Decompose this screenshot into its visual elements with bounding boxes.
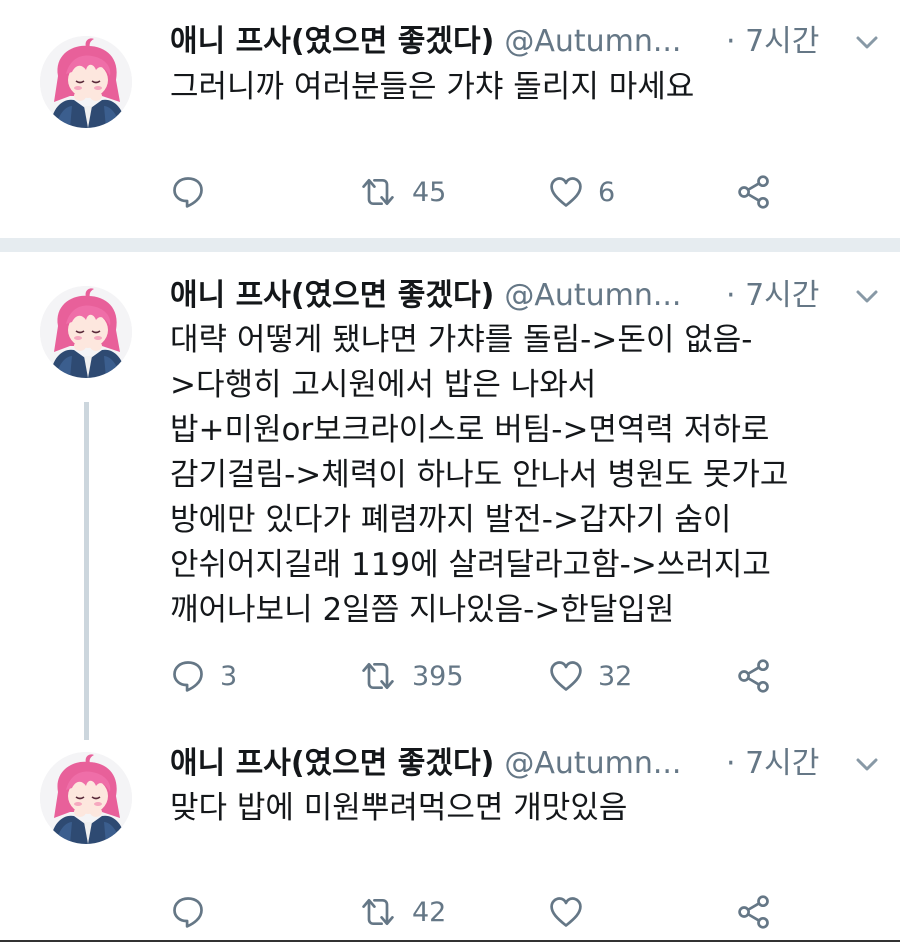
retweet-icon <box>358 658 398 694</box>
chevron-down-icon[interactable] <box>853 30 881 54</box>
share-button[interactable] <box>736 172 772 212</box>
tweet-text: 맞다 밥에 미원뿌려먹으면 개맛있음 <box>170 790 628 826</box>
like-button[interactable]: 32 <box>548 656 632 696</box>
tweet-header: 애니 프사(였으면 좋겠다) @Autumn... · 7시간 <box>170 744 880 784</box>
heart-icon <box>548 658 584 694</box>
timestamp[interactable]: · 7시간 <box>726 744 819 784</box>
tweet-1[interactable]: 애니 프사(였으면 좋겠다) @Autumn... · 7시간 그러니까 여러분들… <box>0 0 900 238</box>
reply-button[interactable] <box>170 892 220 932</box>
like-count: 6 <box>598 176 616 208</box>
retweet-button[interactable]: 42 <box>358 892 446 932</box>
like-button[interactable] <box>548 892 598 932</box>
retweet-count: 45 <box>412 176 447 208</box>
display-name[interactable]: 애니 프사(였으면 좋겠다) <box>170 24 494 59</box>
tweet-header: 애니 프사(였으면 좋겠다) @Autumn... · 7시간 <box>170 22 880 62</box>
avatar-image <box>40 36 132 128</box>
reply-button[interactable] <box>170 172 220 212</box>
timestamp[interactable]: · 7시간 <box>726 276 819 316</box>
heart-icon <box>548 174 584 210</box>
retweet-icon <box>358 174 398 210</box>
action-bar: 45 6 <box>170 172 790 212</box>
avatar-image <box>40 752 132 844</box>
reply-icon <box>170 174 206 210</box>
reply-button[interactable]: 3 <box>170 656 237 696</box>
retweet-icon <box>358 894 398 930</box>
like-count: 32 <box>598 660 633 692</box>
action-bar: 42 <box>170 892 790 932</box>
avatar-image <box>40 286 132 378</box>
tweet-3[interactable]: 애니 프사(였으면 좋겠다) @Autumn... · 7시간 맞다 밥에 미원뿌… <box>0 722 900 940</box>
tweet-text: 그러니까 여러분들은 가챠 돌리지 마세요 <box>170 69 695 105</box>
display-name[interactable]: 애니 프사(였으면 좋겠다) <box>170 278 494 313</box>
chevron-down-icon[interactable] <box>853 752 881 776</box>
display-name[interactable]: 애니 프사(였으면 좋겠다) <box>170 746 494 781</box>
tweet-2[interactable]: 애니 프사(였으면 좋겠다) @Autumn... · 7시간 대략 어떻게 됐냐… <box>0 252 900 722</box>
user-handle[interactable]: @Autumn... <box>504 24 681 59</box>
share-icon <box>736 894 772 930</box>
timestamp[interactable]: · 7시간 <box>726 22 819 62</box>
retweet-count: 42 <box>412 896 447 928</box>
tweet-header: 애니 프사(였으면 좋겠다) @Autumn... · 7시간 <box>170 276 880 316</box>
retweet-count: 395 <box>412 660 464 692</box>
avatar[interactable] <box>40 36 132 128</box>
avatar[interactable] <box>40 752 132 844</box>
reply-count: 3 <box>220 660 238 692</box>
share-button[interactable] <box>736 892 772 932</box>
user-handle[interactable]: @Autumn... <box>504 278 681 313</box>
like-button[interactable]: 6 <box>548 172 615 212</box>
retweet-button[interactable]: 45 <box>358 172 446 212</box>
share-icon <box>736 658 772 694</box>
retweet-button[interactable]: 395 <box>358 656 464 696</box>
bottom-border <box>0 940 900 942</box>
user-handle[interactable]: @Autumn... <box>504 746 681 781</box>
avatar[interactable] <box>40 286 132 378</box>
action-bar: 3 395 32 <box>170 656 790 696</box>
heart-icon <box>548 894 584 930</box>
thread-line <box>84 402 89 740</box>
tweet-text: 대략 어떻게 됐냐면 가챠를 돌림->돈이 없음- >다행히 고시원에서 밥은 … <box>170 322 789 628</box>
reply-icon <box>170 894 206 930</box>
reply-icon <box>170 658 206 694</box>
tweet-divider <box>0 238 900 252</box>
share-icon <box>736 174 772 210</box>
chevron-down-icon[interactable] <box>853 284 881 308</box>
share-button[interactable] <box>736 656 772 696</box>
